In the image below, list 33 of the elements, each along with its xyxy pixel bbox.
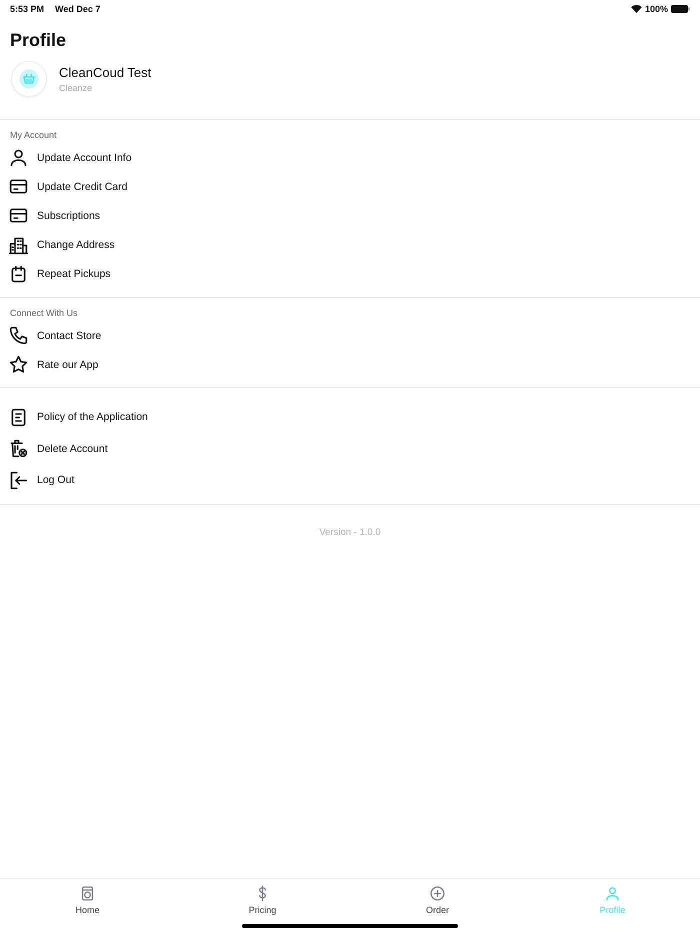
section-label: My Account xyxy=(10,130,57,140)
battery-percentage: 100% xyxy=(644,4,668,14)
status-time: 5:53 PM xyxy=(10,4,44,14)
menu-item[interactable]: Update Account Info xyxy=(0,143,132,172)
menu-item[interactable]: Contact Store xyxy=(0,320,102,350)
menu-item[interactable]: Policy of the Application xyxy=(0,401,148,433)
status-date: Wed Dec 7 xyxy=(55,4,100,14)
version-label: Version - 1.0.0 xyxy=(319,526,381,538)
menu-item[interactable]: Log Out xyxy=(0,464,74,496)
page-title: Profile xyxy=(10,30,68,51)
building-icon xyxy=(8,234,29,256)
menu-item[interactable]: Rate our App xyxy=(0,350,98,380)
tab[interactable]: Pricing xyxy=(248,879,276,934)
menu-item[interactable]: Change Address xyxy=(0,230,115,260)
wifi-icon xyxy=(630,4,642,12)
person-icon xyxy=(8,147,29,168)
phone-icon xyxy=(8,325,29,346)
menu-item[interactable]: Delete Account xyxy=(0,432,108,464)
basket-icon xyxy=(19,69,39,89)
menu-item[interactable]: Update Credit Card xyxy=(0,172,128,202)
menu-item[interactable]: Subscriptions xyxy=(0,201,100,231)
profile-subtitle: Cleanze xyxy=(59,83,94,93)
menu-item[interactable]: Repeat Pickups xyxy=(0,260,111,289)
trash-icon xyxy=(8,438,29,460)
star-icon xyxy=(8,354,29,376)
profile-name: CleanCoud Test xyxy=(59,65,152,80)
logout-icon xyxy=(8,470,29,491)
section-label: Connect With Us xyxy=(10,308,78,318)
plus-circle-icon xyxy=(428,885,446,902)
tab[interactable]: Home xyxy=(75,879,100,934)
battery-icon xyxy=(671,4,690,12)
person-icon xyxy=(604,885,621,902)
tab[interactable]: Order xyxy=(426,879,449,934)
